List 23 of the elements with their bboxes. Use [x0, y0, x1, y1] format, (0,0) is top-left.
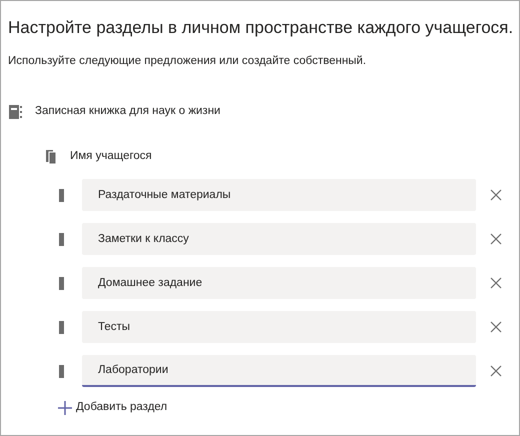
section-name-field[interactable]: Тесты — [82, 311, 476, 343]
add-section-button[interactable]: Добавить раздел — [58, 399, 168, 416]
remove-button[interactable] — [488, 187, 504, 203]
section-name-field[interactable]: Раздаточные материалы — [82, 179, 476, 211]
notebook-icon — [9, 105, 23, 119]
section-icon — [59, 188, 64, 202]
student-label: Имя учащегося — [70, 149, 152, 164]
page-title: Настройте разделы в личном пространстве каждого учащегося. — [8, 17, 514, 39]
remove-button[interactable] — [488, 231, 504, 247]
notebook-label: Записная книжка для наук о жизни — [35, 104, 220, 120]
remove-button[interactable] — [488, 363, 504, 379]
section-name-field[interactable]: Домашнее задание — [82, 267, 476, 299]
section-name-field[interactable]: Заметки к классу — [82, 223, 476, 255]
section-icon — [59, 276, 64, 290]
instructions-text: Используйте следующие предложения или создайте собственный. — [8, 54, 368, 69]
section-name-field[interactable]: Лаборатории — [82, 355, 476, 387]
section-icon — [59, 232, 64, 246]
plus-icon — [58, 400, 72, 415]
section-group-icon — [46, 150, 56, 164]
remove-button[interactable] — [488, 275, 504, 291]
remove-button[interactable] — [488, 319, 504, 335]
section-icon — [59, 364, 64, 378]
section-icon — [59, 320, 64, 334]
